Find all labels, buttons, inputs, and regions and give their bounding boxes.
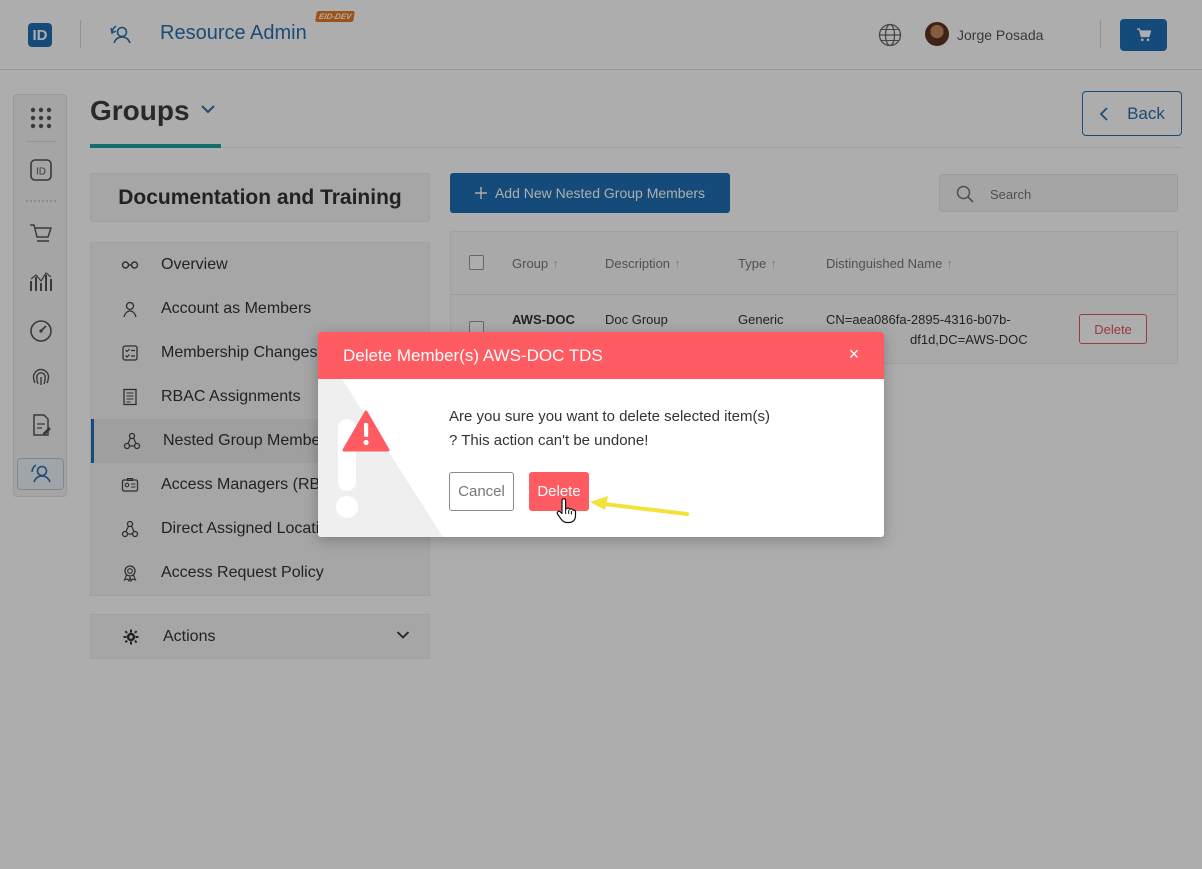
dialog-header: Delete Member(s) AWS-DOC TDS × — [318, 332, 884, 379]
warning-icon — [342, 410, 390, 452]
warning-watermark-icon — [318, 379, 443, 537]
dialog-message: Are you sure you want to delete selected… — [449, 408, 770, 449]
close-icon[interactable]: × — [846, 345, 862, 363]
cancel-button[interactable]: Cancel — [449, 472, 514, 511]
dialog-title: Delete Member(s) AWS-DOC TDS — [343, 346, 603, 365]
annotation-arrow-icon — [590, 496, 689, 516]
hand-pointer-icon — [556, 498, 577, 524]
